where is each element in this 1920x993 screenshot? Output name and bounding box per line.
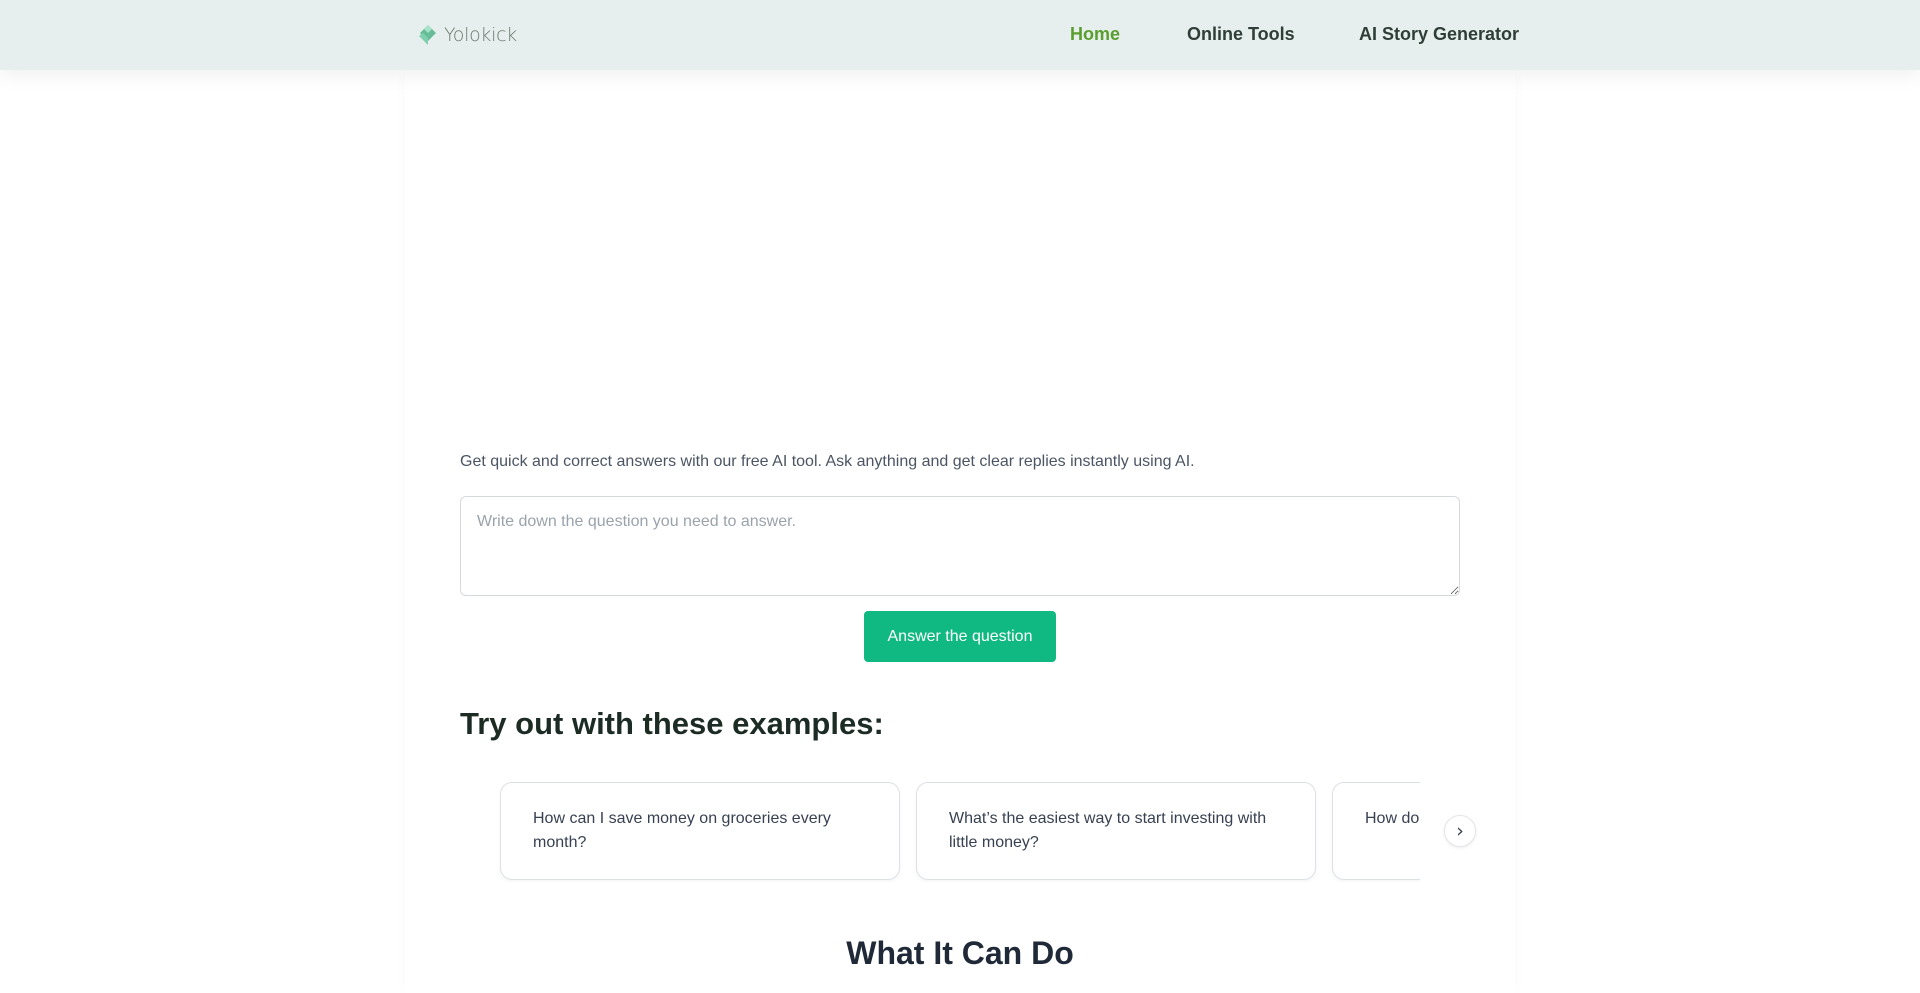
answer-question-button[interactable]: Answer the question — [864, 611, 1056, 662]
example-card[interactable]: How can I save money on groceries every … — [500, 782, 900, 880]
examples-heading: Try out with these examples: — [460, 706, 884, 741]
nav-ai-story-generator[interactable]: AI Story Generator — [1359, 24, 1519, 45]
main-nav: Home Online Tools AI Story Generator — [0, 24, 1920, 46]
question-input[interactable] — [460, 496, 1460, 596]
chevron-right-icon[interactable]: › — [1444, 815, 1476, 847]
examples-carousel: How can I save money on groceries every … — [498, 780, 1420, 882]
nav-home[interactable]: Home — [1070, 24, 1120, 45]
example-card[interactable]: What’s the easiest way to start investin… — [916, 782, 1316, 880]
tool-intro-text: Get quick and correct answers with our f… — [460, 453, 1195, 470]
example-card[interactable]: How do I avoid phishing scams? — [1332, 782, 1420, 880]
what-it-can-do-heading: What It Can Do — [846, 935, 1074, 971]
site-header: Yolokick Home Online Tools AI Story Gene… — [0, 0, 1920, 70]
examples-track: How can I save money on groceries every … — [500, 782, 1420, 880]
nav-online-tools[interactable]: Online Tools — [1187, 24, 1295, 45]
